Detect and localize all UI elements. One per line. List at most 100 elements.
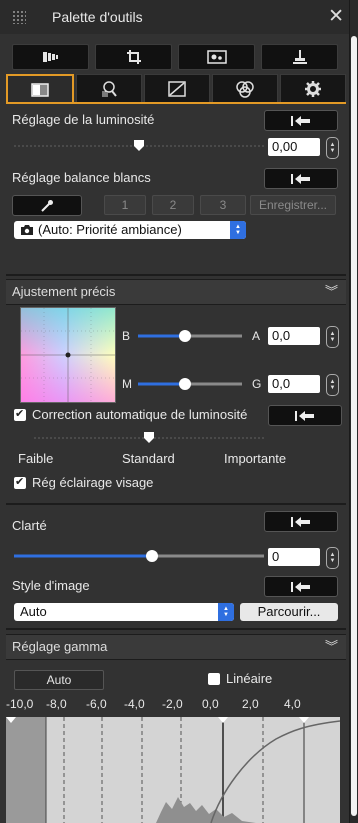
zoom-grid-icon bbox=[102, 81, 117, 97]
b-axis-label: B bbox=[122, 329, 131, 343]
histogram-graph bbox=[6, 717, 340, 823]
fine-adjust-header[interactable]: Ajustement précis ︾ bbox=[6, 279, 346, 305]
wb-save-button[interactable]: Enregistrer... bbox=[250, 195, 336, 215]
gamma-tick-label: 4,0 bbox=[284, 697, 301, 711]
shadow-clip-region bbox=[6, 717, 46, 823]
divider bbox=[6, 628, 346, 630]
tab-color[interactable] bbox=[212, 74, 278, 104]
color-grid-marker[interactable] bbox=[65, 352, 71, 358]
slider-thumb[interactable] bbox=[146, 550, 158, 562]
stamp-icon bbox=[292, 50, 307, 64]
slider-thumb[interactable] bbox=[179, 378, 191, 390]
brightness-slider[interactable] bbox=[14, 138, 264, 154]
wb-mode-select[interactable]: (Auto: Priorité ambiance) ▲ ▼ bbox=[14, 221, 246, 239]
brightness-reset-button[interactable] bbox=[264, 110, 338, 131]
film-strip-button[interactable] bbox=[12, 44, 89, 70]
m-axis-label: M bbox=[122, 377, 132, 391]
midpoint-handle[interactable] bbox=[218, 717, 228, 723]
tab-brightness[interactable] bbox=[6, 74, 74, 104]
clarity-reset-button[interactable] bbox=[264, 511, 338, 532]
gamma-tick-label: -6,0 bbox=[86, 697, 107, 711]
close-icon[interactable]: ✕ bbox=[328, 5, 344, 28]
color-circles-icon bbox=[236, 81, 254, 98]
tool-tabs bbox=[6, 74, 346, 104]
chevron-updown-icon: ▲ ▼ bbox=[218, 603, 234, 621]
curve-icon bbox=[168, 81, 186, 97]
ba-value-field[interactable]: 0,0 bbox=[268, 327, 320, 345]
gamma-tick-label: -8,0 bbox=[46, 697, 67, 711]
face-lighting-checkbox[interactable] bbox=[14, 475, 26, 489]
clarity-value-field[interactable]: 0 bbox=[268, 548, 320, 566]
tool-toolbar bbox=[12, 44, 338, 70]
scrollbar-thumb[interactable] bbox=[351, 36, 357, 816]
auto-luminosity-reset-button[interactable] bbox=[268, 405, 342, 426]
gamma-curve bbox=[210, 720, 340, 823]
auto-luminosity-checkbox[interactable] bbox=[14, 407, 26, 421]
white-point-handle[interactable] bbox=[299, 717, 309, 723]
title-bar[interactable]: Palette d'outils ✕ bbox=[0, 0, 350, 34]
wb-preset-1[interactable]: 1 bbox=[104, 195, 146, 215]
divider bbox=[6, 274, 346, 276]
linear-label: Linéaire bbox=[226, 671, 273, 686]
gamma-auto-button[interactable]: Auto bbox=[14, 670, 104, 690]
crop-button[interactable] bbox=[95, 44, 172, 70]
clarity-slider[interactable] bbox=[14, 548, 264, 564]
scrollbar-track[interactable] bbox=[349, 0, 358, 823]
g-axis-label: G bbox=[252, 377, 262, 391]
stamp-button[interactable] bbox=[261, 44, 338, 70]
wb-mode-value: (Auto: Priorité ambiance) bbox=[38, 222, 182, 237]
color-grid-lines bbox=[21, 308, 115, 402]
face-lighting-label: Rég éclairage visage bbox=[32, 475, 154, 490]
tool-palette-window: Palette d'outils ✕ Réglage de la luminos… bbox=[0, 0, 350, 823]
image-icon bbox=[206, 50, 227, 64]
auto-luminosity-label: Correction automatique de luminosité bbox=[32, 407, 248, 422]
window-title: Palette d'outils bbox=[52, 9, 143, 25]
browse-button[interactable]: Parcourir... bbox=[240, 603, 338, 621]
wb-preset-2[interactable]: 2 bbox=[152, 195, 194, 215]
picture-style-reset-button[interactable] bbox=[264, 576, 338, 597]
chevron-updown-icon: ▲ ▼ bbox=[230, 221, 246, 239]
color-grid-picker[interactable] bbox=[20, 307, 116, 403]
mg-stepper[interactable]: ▲ ▼ bbox=[326, 374, 339, 396]
collapse-chevron-icon[interactable]: ︾ bbox=[325, 281, 338, 300]
gamma-tick-label: -2,0 bbox=[162, 697, 183, 711]
gear-icon bbox=[305, 81, 321, 97]
brightness-stepper[interactable]: ▲ ▼ bbox=[326, 137, 339, 159]
clarity-stepper[interactable]: ▲ ▼ bbox=[326, 547, 339, 569]
level-standard-label: Standard bbox=[122, 451, 175, 466]
divider bbox=[6, 503, 346, 505]
mg-value-field[interactable]: 0,0 bbox=[268, 375, 320, 393]
tab-curve[interactable] bbox=[144, 74, 210, 104]
image-view-button[interactable] bbox=[178, 44, 255, 70]
ba-stepper[interactable]: ▲ ▼ bbox=[326, 326, 339, 348]
fine-adjust-title: Ajustement précis bbox=[12, 284, 116, 299]
crop-icon bbox=[126, 50, 141, 64]
a-axis-label: A bbox=[252, 329, 261, 343]
picture-style-select[interactable]: Auto ▲ ▼ bbox=[14, 603, 234, 621]
gamma-histogram[interactable] bbox=[6, 717, 340, 823]
tab-settings[interactable] bbox=[280, 74, 346, 104]
reset-arrow-icon bbox=[295, 410, 314, 421]
slider-thumb[interactable] bbox=[134, 140, 144, 151]
slider-thumb[interactable] bbox=[179, 330, 191, 342]
reset-arrow-icon bbox=[291, 581, 310, 592]
wb-label: Réglage balance blancs bbox=[12, 170, 151, 185]
gamma-tick-label: -10,0 bbox=[6, 697, 34, 711]
tab-detail[interactable] bbox=[76, 74, 142, 104]
slider-thumb[interactable] bbox=[144, 432, 154, 443]
brightness-value-field[interactable]: 0,00 bbox=[268, 138, 320, 156]
drag-grip-icon[interactable] bbox=[12, 10, 26, 24]
wb-preset-3[interactable]: 3 bbox=[200, 195, 246, 215]
collapse-chevron-icon[interactable]: ︾ bbox=[325, 636, 338, 655]
ba-slider[interactable] bbox=[138, 328, 242, 344]
linear-checkbox[interactable] bbox=[208, 673, 220, 685]
wb-reset-button[interactable] bbox=[264, 168, 338, 189]
eyedropper-button[interactable] bbox=[12, 195, 82, 216]
eyedropper-icon bbox=[41, 199, 53, 212]
mg-slider[interactable] bbox=[138, 376, 242, 392]
gamma-tick-label: -4,0 bbox=[124, 697, 145, 711]
level-high-label: Importante bbox=[224, 451, 287, 466]
gamma-header[interactable]: Réglage gamma ︾ bbox=[6, 634, 346, 660]
film-strip-icon bbox=[42, 52, 58, 62]
auto-luminosity-level-slider[interactable] bbox=[34, 430, 264, 446]
